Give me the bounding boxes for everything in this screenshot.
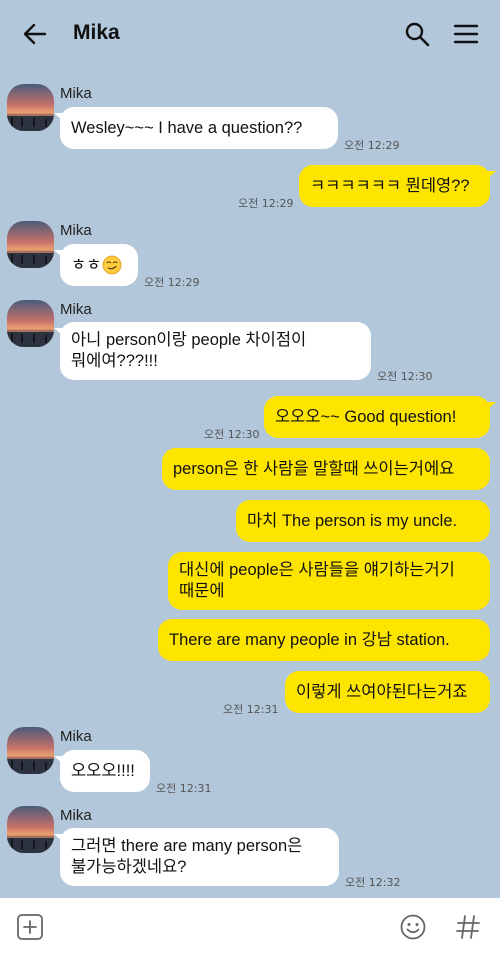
message-text-line: 그러면 there are many person은 (71, 837, 303, 855)
message-text: 오오오!!!! (71, 761, 135, 780)
message-bubble[interactable]: Wesley~~~ I have a question?? (54, 107, 338, 149)
message-bubble[interactable]: ㅋㅋㅋㅋㅋㅋ 뭔데영?? (299, 165, 496, 207)
add-icon[interactable] (16, 913, 44, 941)
message-bubble[interactable]: 그러면 there are many person은 불가능하겠네요? (54, 828, 339, 886)
message-text-line: 불가능하겠네요? (71, 858, 187, 876)
message-time: 오전 12:29 (238, 197, 294, 210)
message-bubble[interactable]: ㅎㅎ (54, 244, 138, 286)
message-time: 오전 12:31 (156, 782, 212, 795)
chat-title: Mika (73, 21, 120, 44)
message-text-line: 때문에 (179, 582, 225, 600)
message-time: 오전 12:29 (344, 139, 400, 152)
message-text-line: 뭐에여???!!! (71, 352, 158, 370)
message-bubble[interactable]: 오오오!!!! (54, 750, 150, 792)
message-text: There are many people in 강남 station. (169, 630, 450, 649)
message-bubble[interactable]: 아니 person이랑 people 차이점이 뭐에여???!!! (54, 322, 371, 380)
sender-name: Mika (60, 222, 92, 239)
message-bubble[interactable]: person은 한 사람을 말할때 쓰이는거에요 (162, 448, 490, 490)
avatar[interactable] (7, 727, 54, 774)
message-text: ㅎㅎ (71, 255, 102, 274)
message-text-line: 아니 person이랑 people 차이점이 (71, 331, 307, 349)
message-bubble[interactable]: There are many people in 강남 station. (158, 619, 490, 661)
message-text: person은 한 사람을 말할때 쓰이는거에요 (173, 459, 455, 478)
avatar[interactable] (7, 806, 54, 853)
message-bubble[interactable]: 이렇게 쓰여야된다는거죠 (285, 671, 490, 713)
sender-name: Mika (60, 807, 92, 824)
message-time: 오전 12:30 (204, 428, 260, 441)
message-text: ㅋㅋㅋㅋㅋㅋ 뭔데영?? (310, 176, 470, 195)
message-text: Wesley~~~ I have a question?? (71, 118, 303, 137)
search-icon[interactable] (404, 21, 430, 47)
hashtag-icon[interactable] (454, 913, 482, 941)
avatar[interactable] (7, 84, 54, 131)
sender-name: Mika (60, 301, 92, 318)
chat-header: Mika (0, 0, 500, 68)
avatar[interactable] (7, 221, 54, 268)
back-arrow-icon[interactable] (22, 21, 48, 47)
message-bubble[interactable]: 마치 The person is my uncle. (236, 500, 490, 542)
message-text-line: 대신에 people은 사람들을 얘기하는거기 (179, 561, 455, 579)
message-bubble[interactable]: 대신에 people은 사람들을 얘기하는거기 때문에 (168, 552, 490, 610)
avatar[interactable] (7, 300, 54, 347)
message-text: 마치 The person is my uncle. (247, 511, 458, 530)
message-text: 오오오~~ Good question! (275, 407, 457, 426)
sender-name: Mika (60, 85, 92, 102)
menu-icon[interactable] (453, 21, 479, 47)
message-bubble[interactable]: 오오오~~ Good question! (264, 396, 496, 438)
message-time: 오전 12:30 (377, 370, 433, 383)
smirk-face-icon (102, 255, 122, 275)
message-time: 오전 12:31 (223, 703, 279, 716)
message-text: 이렇게 쓰여야된다는거죠 (296, 682, 468, 701)
sender-name: Mika (60, 728, 92, 745)
emoji-icon[interactable] (399, 913, 427, 941)
message-input-bar[interactable] (0, 898, 500, 957)
message-time: 오전 12:32 (345, 876, 401, 889)
message-time: 오전 12:29 (144, 276, 200, 289)
